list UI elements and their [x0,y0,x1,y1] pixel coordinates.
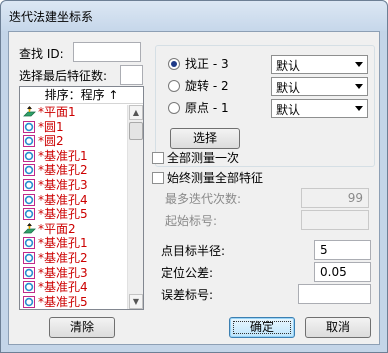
chevron-down-icon [355,62,363,67]
max-iterations-label: 最多迭代次数: [165,192,242,206]
level-combo-value: 默认 [276,59,301,73]
list-item[interactable]: *基准孔5 [20,294,126,309]
feature-list: *平面1 *圆1 *圆2 *基准孔1 *基准孔2 *基准孔3 *基准孔4 *基准孔5 *平面2 *… [20,105,126,309]
list-item-label: *平面2 [38,221,76,236]
circle-feature-icon [23,135,36,148]
select-button[interactable]: 选择 [170,128,240,149]
list-item[interactable]: *基准孔3 [20,266,126,281]
circle-feature-icon [23,178,36,191]
list-item[interactable]: *基准孔2 [20,251,126,266]
list-item[interactable]: *平面1 [20,105,126,120]
start-label-label: 起始标号: [165,214,218,228]
chevron-down-icon [355,106,363,111]
search-id-label: 查找 ID: [19,47,64,61]
radio-origin[interactable] [168,102,180,114]
select-last-count-input[interactable] [120,65,143,85]
error-label-input[interactable] [298,284,371,304]
measure-all-once-label[interactable]: 全部测量一次 [167,151,239,165]
circle-feature-icon [23,193,36,206]
list-item-label: *平面1 [38,105,76,119]
origin-combo[interactable]: 默认 [271,99,368,118]
list-item[interactable]: *基准孔4 [20,193,126,208]
rotate-combo-value: 默认 [276,81,301,95]
search-id-input[interactable] [73,42,141,62]
chevron-down-icon [355,84,363,89]
circle-feature-icon [23,281,36,294]
plane-icon [23,222,36,235]
feature-listbox[interactable]: 排序：程序 ↑ *平面1 *圆1 *圆2 *基准孔1 *基准孔2 *基准孔3 *基准孔4 *基… [19,86,144,310]
alignment-options-group: 找正 - 3 默认 旋转 - 2 默认 原点 - 1 默认 选择 [155,45,375,167]
scroll-up-arrow-icon[interactable]: ▲ [129,105,143,120]
list-item[interactable]: *基准孔1 [20,236,126,251]
list-item[interactable]: *圆2 [20,134,126,149]
list-item-label: *基准孔3 [38,177,88,192]
list-item[interactable]: *基准孔2 [20,163,126,178]
list-sort-header[interactable]: 排序：程序 ↑ [20,87,143,104]
always-measure-all-checkbox[interactable] [152,172,164,184]
target-radius-label: 点目标半径: [161,244,226,258]
cancel-button[interactable]: 取消 [305,317,371,338]
origin-combo-value: 默认 [276,103,301,117]
level-combo[interactable]: 默认 [271,55,368,74]
rotate-combo[interactable]: 默认 [271,77,368,96]
circle-feature-icon [23,120,36,133]
list-item-label: *基准孔3 [38,265,88,280]
scroll-down-arrow-icon[interactable]: ▼ [129,294,143,309]
list-item[interactable]: *平面2 [20,222,126,237]
title-bar[interactable]: 迭代法建坐标系 [1,1,387,31]
dialog-client-area: 查找 ID: 选择最后特征数: 排序：程序 ↑ *平面1 *圆1 *圆2 *基准孔1 *… [8,31,380,345]
list-item[interactable]: *基准孔5 [20,207,126,222]
list-item-label: *基准孔2 [38,250,88,265]
radio-origin-label[interactable]: 原点 - 1 [185,101,229,115]
radio-level-label[interactable]: 找正 - 3 [185,57,229,71]
measure-all-once-checkbox[interactable] [152,152,164,164]
radio-level[interactable] [168,58,180,70]
circle-feature-icon [23,251,36,264]
window-title: 迭代法建坐标系 [9,10,94,24]
circle-feature-icon [23,208,36,221]
list-item-label: *圆1 [38,119,64,134]
select-last-count-label: 选择最后特征数: [19,69,108,83]
ok-button[interactable]: 确定 [229,317,295,338]
list-item-label: *基准孔1 [38,148,88,163]
list-scrollbar[interactable]: ▲ ▼ [127,105,143,309]
start-label-input [301,210,369,230]
list-item[interactable]: *基准孔1 [20,149,126,164]
radio-rotate[interactable] [168,80,180,92]
circle-feature-icon [23,149,36,162]
list-item-label: *基准孔4 [38,192,88,207]
list-item-label: *基准孔4 [38,280,88,295]
position-tolerance-label: 定位公差: [161,266,214,280]
list-item[interactable]: *基准孔3 [20,178,126,193]
max-iterations-input: 99 [301,188,369,208]
list-item-label: *基准孔5 [38,294,88,309]
clear-button[interactable]: 清除 [49,317,115,338]
list-item-label: *基准孔2 [38,163,88,178]
list-item[interactable]: *基准孔4 [20,280,126,295]
list-item-label: *圆2 [38,134,64,149]
list-item-label: *基准孔1 [38,236,88,251]
circle-feature-icon [23,266,36,279]
dialog-window: 迭代法建坐标系 查找 ID: 选择最后特征数: 排序：程序 ↑ *平面1 *圆1 *… [0,0,388,353]
target-radius-input[interactable]: 5 [314,240,371,260]
plane-icon [23,106,36,118]
always-measure-all-label[interactable]: 始终测量全部特征 [167,171,263,185]
position-tolerance-input[interactable]: 0.05 [314,262,371,282]
error-label-label: 误差标号: [161,288,214,302]
list-item[interactable]: *圆1 [20,120,126,135]
focus-ring [233,321,291,334]
circle-feature-icon [23,237,36,250]
circle-feature-icon [23,295,36,308]
radio-rotate-label[interactable]: 旋转 - 2 [185,79,229,93]
list-item-label: *基准孔5 [38,207,88,222]
scroll-thumb[interactable] [129,122,143,140]
circle-feature-icon [23,164,36,177]
